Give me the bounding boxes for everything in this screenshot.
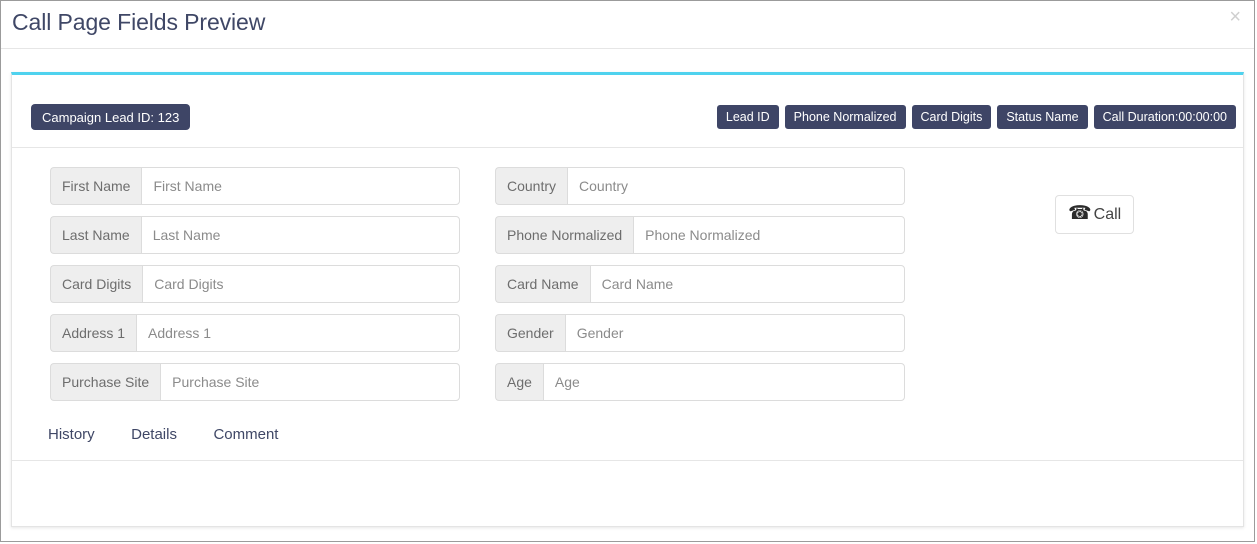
first-name-input[interactable] [141,167,460,205]
field-gender: Gender [495,314,905,352]
gender-input[interactable] [564,314,905,352]
field-label-age: Age [495,363,543,401]
field-first-name: First Name [50,167,460,205]
field-label-gender: Gender [495,314,565,352]
field-label-purchase-site: Purchase Site [50,363,161,401]
field-country: Country [495,167,905,205]
tab-panel [12,460,1243,521]
country-input[interactable] [567,167,905,205]
status-badge-status-name: Status Name [997,105,1088,129]
telephone-icon: ☎ [1068,203,1092,224]
call-page-fields-preview-modal: Call Page Fields Preview × Campaign Lead… [0,0,1255,542]
page-title: Call Page Fields Preview [12,9,266,35]
status-badge-card-digits: Card Digits [911,105,992,129]
field-age: Age [495,363,905,401]
phone-normalized-input[interactable] [633,216,905,254]
field-purchase-site: Purchase Site [50,363,460,401]
field-label-card-digits: Card Digits [50,265,143,303]
address-1-input[interactable] [136,314,460,352]
tab-comment[interactable]: Comment [197,416,294,453]
field-label-last-name: Last Name [50,216,141,254]
field-card-name: Card Name [495,265,905,303]
last-name-input[interactable] [140,216,460,254]
tab-history[interactable]: History [32,416,111,453]
purchase-site-input[interactable] [160,363,460,401]
fields-column-left: First Name Last Name Card Digits Address… [50,167,460,412]
card-digits-input[interactable] [142,265,460,303]
age-input[interactable] [542,363,905,401]
field-label-country: Country [495,167,568,205]
call-button[interactable]: ☎ Call [1055,195,1135,234]
field-phone-normalized: Phone Normalized [495,216,905,254]
preview-card: Campaign Lead ID: 123 Lead ID Phone Norm… [11,72,1244,527]
badge-group-right: Lead ID Phone Normalized Card Digits Sta… [716,105,1236,129]
fields-column-right: Country Phone Normalized Card Name Gende… [495,167,905,412]
status-badge-campaign-lead-id: Campaign Lead ID: 123 [31,104,191,130]
tab-bar: History Details Comment [12,416,1243,460]
status-badge-phone-normalized: Phone Normalized [784,105,906,129]
close-icon[interactable]: × [1225,5,1245,29]
field-label-card-name: Card Name [495,265,590,303]
field-address-1: Address 1 [50,314,460,352]
modal-body: Campaign Lead ID: 123 Lead ID Phone Norm… [1,49,1254,542]
call-button-label: Call [1093,205,1122,223]
modal-header: Call Page Fields Preview × [1,1,1254,49]
tab-details[interactable]: Details [115,416,193,453]
field-label-address-1: Address 1 [50,314,137,352]
fields-area: First Name Last Name Card Digits Address… [12,148,1243,416]
badge-strip: Campaign Lead ID: 123 Lead ID Phone Norm… [12,75,1243,148]
field-label-phone-normalized: Phone Normalized [495,216,634,254]
field-label-first-name: First Name [50,167,142,205]
field-last-name: Last Name [50,216,460,254]
status-badge-lead-id: Lead ID [716,105,779,129]
status-badge-call-duration: Call Duration:00:00:00 [1093,105,1236,129]
card-name-input[interactable] [589,265,905,303]
field-card-digits: Card Digits [50,265,460,303]
